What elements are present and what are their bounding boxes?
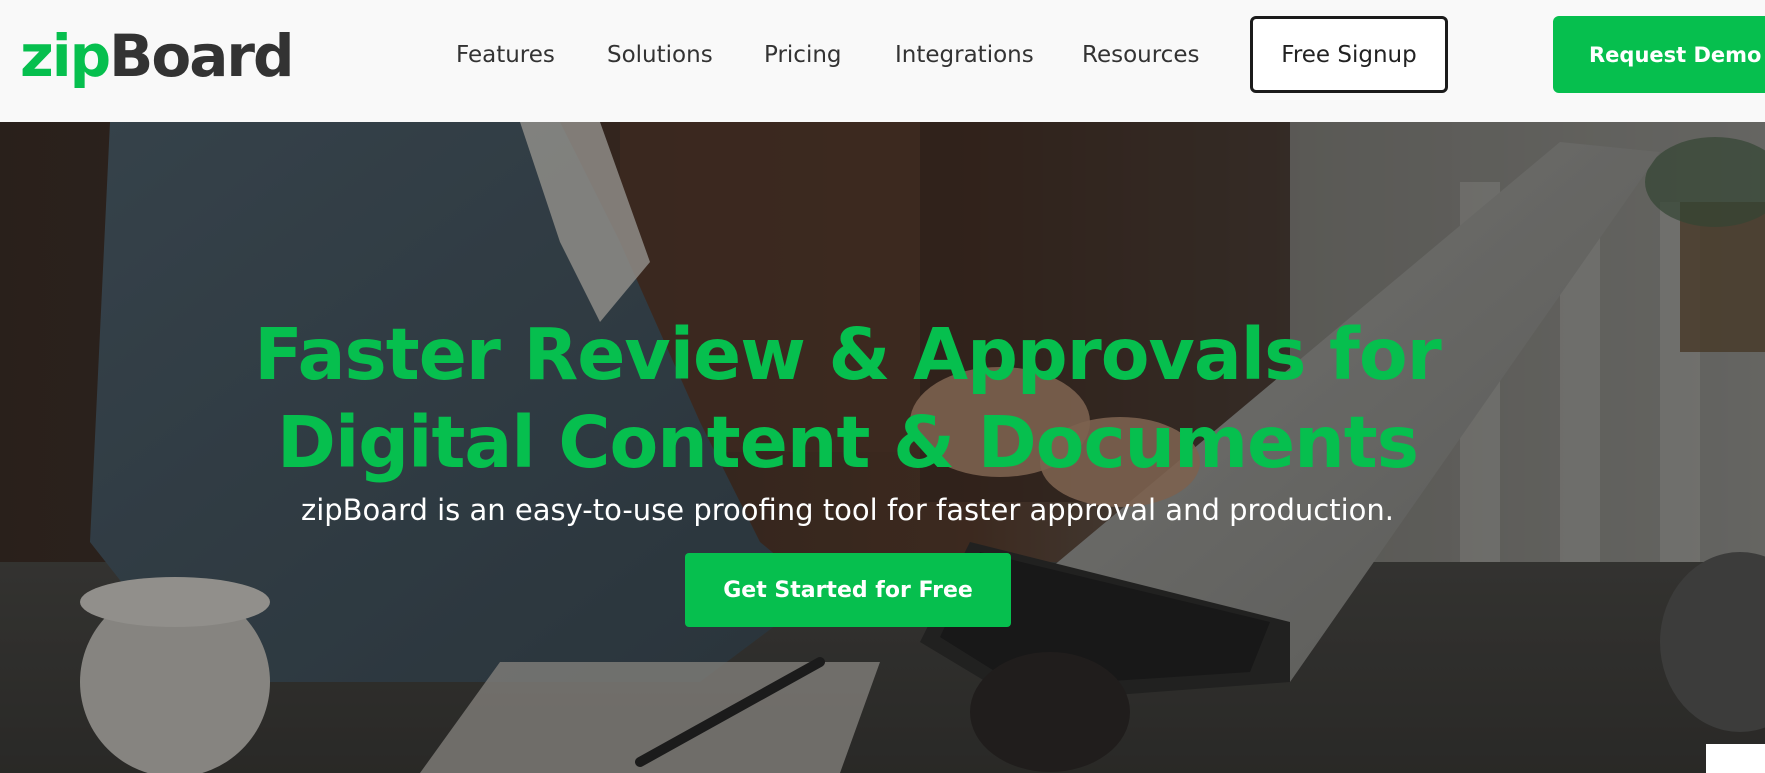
nav-features[interactable]: Features (456, 40, 555, 70)
get-started-button[interactable]: Get Started for Free (685, 553, 1011, 627)
logo-board: Board (109, 22, 294, 90)
hero-headline-line1: Faster Review & Approvals for (254, 313, 1441, 396)
hero-section: Faster Review & Approvals for Digital Co… (0, 122, 1765, 773)
site-header: zipBoard Features Solutions Pricing Inte… (0, 0, 1765, 122)
nav-resources[interactable]: Resources (1082, 40, 1199, 70)
request-demo-button[interactable]: Request Demo (1553, 16, 1765, 93)
nav-integrations[interactable]: Integrations (895, 40, 1034, 70)
hero-headline-line2: Digital Content & Documents (277, 401, 1419, 484)
zipboard-logo[interactable]: zipBoard (20, 16, 294, 96)
chat-widget-corner[interactable] (1706, 744, 1765, 773)
hero-subheadline: zipBoard is an easy-to-use proofing tool… (300, 493, 1395, 527)
free-signup-button[interactable]: Free Signup (1250, 16, 1448, 93)
nav-solutions[interactable]: Solutions (607, 40, 713, 70)
logo-zip: zip (20, 22, 111, 90)
nav-pricing[interactable]: Pricing (764, 40, 842, 70)
